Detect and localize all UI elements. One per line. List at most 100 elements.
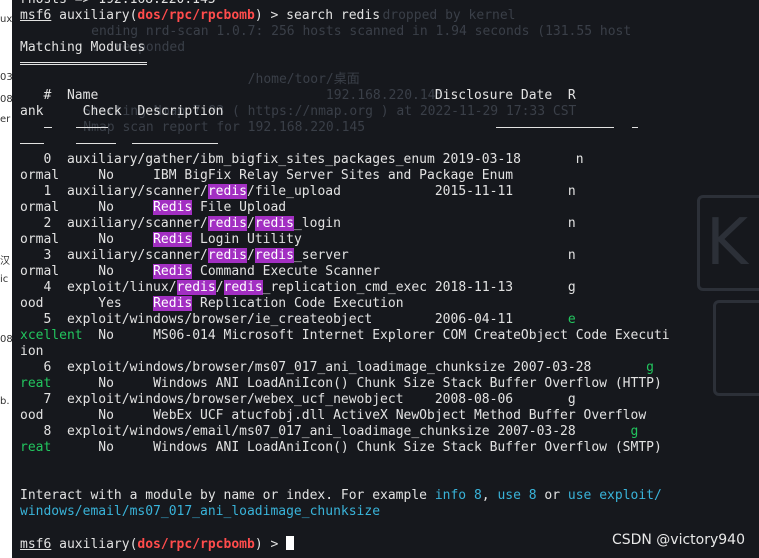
table-row[interactable]: 4 exploit/linux/redis/redis_replication_… bbox=[20, 280, 670, 296]
table-row[interactable]: 2 auxiliary/scanner/redis/redis_login n bbox=[20, 216, 670, 232]
table-row[interactable]: 7 exploit/windows/browser/webex_ucf_newo… bbox=[20, 392, 670, 408]
description: WebEx UCF atucfobj.dll ActiveX NewObject… bbox=[153, 408, 647, 423]
row-index: 7 bbox=[20, 392, 67, 407]
disclosure-date: 2007-03-28 bbox=[497, 424, 631, 439]
table-header: # Name Disclosure Date R bbox=[20, 88, 576, 103]
terminal-output: rhosts => 192.168.220.145 msf6 auxiliary… bbox=[20, 0, 670, 552]
module-path: _replication_cmd_exec bbox=[262, 280, 428, 295]
check: No bbox=[59, 168, 154, 183]
module-path: _server bbox=[293, 248, 349, 263]
description: Windows ANI LoadAniIcon() Chunk Size Sta… bbox=[153, 376, 662, 391]
table-row-cont: ood Yes Redis Replication Code Execution bbox=[20, 296, 670, 312]
search-highlight: redis bbox=[176, 280, 216, 295]
interact-hint: Interact with a module by name or index.… bbox=[20, 488, 662, 503]
rank-letter: g bbox=[567, 280, 576, 295]
check: No bbox=[59, 200, 154, 215]
prompt-user: msf6 bbox=[20, 8, 52, 23]
csdn-watermark: CSDN @victory940 bbox=[611, 532, 745, 548]
header-rule bbox=[20, 120, 670, 136]
table-row[interactable]: 3 auxiliary/scanner/redis/redis_server n bbox=[20, 248, 670, 264]
interact-hint-cont: windows/email/ms07_017_ani_loadimage_chu… bbox=[20, 504, 670, 520]
background-logo-icon: K bbox=[697, 195, 759, 291]
rank: ormal bbox=[20, 232, 60, 247]
row-index: 0 bbox=[20, 152, 67, 167]
table-row-cont: ormal No Redis Command Execute Scanner bbox=[20, 264, 670, 280]
left-strip-text: 汉 bbox=[0, 256, 10, 267]
search-highlight: redis bbox=[207, 248, 247, 263]
row-index: 5 bbox=[20, 312, 67, 327]
module-path: / bbox=[247, 248, 255, 263]
module-path: exploit/windows/email/ms07_017_ani_loadi… bbox=[66, 424, 490, 439]
module-path: auxiliary/scanner/ bbox=[66, 216, 208, 231]
prompt-module: dos/rpc/rpcbomb bbox=[137, 537, 255, 552]
row-index: 8 bbox=[20, 424, 67, 439]
description: File Upload bbox=[192, 200, 287, 215]
table-row[interactable]: 5 exploit/windows/browser/ie_createobjec… bbox=[20, 312, 670, 328]
terminal-window[interactable]: dropped by kernel ending nrd-scan 1.0.7:… bbox=[12, 0, 759, 558]
disclosure-date: 2007-03-28 bbox=[513, 360, 647, 375]
rank-letter: e bbox=[567, 312, 576, 327]
search-highlight: redis bbox=[207, 184, 247, 199]
title-rule bbox=[20, 56, 670, 72]
table-row[interactable]: 1 auxiliary/scanner/redis/file_upload 20… bbox=[20, 184, 670, 200]
description-wrap: ion bbox=[20, 344, 44, 359]
command-prompt[interactable]: msf6 auxiliary(dos/rpc/rpcbomb) > bbox=[20, 536, 670, 552]
check: No bbox=[59, 264, 154, 279]
rank: ormal bbox=[20, 168, 60, 183]
table-row[interactable]: 0 auxiliary/gather/ibm_bigfix_sites_pack… bbox=[20, 152, 670, 168]
search-highlight: redis bbox=[254, 216, 294, 231]
table-row[interactable]: 8 exploit/windows/email/ms07_017_ani_loa… bbox=[20, 424, 670, 440]
search-highlight: Redis bbox=[153, 264, 193, 279]
matching-title: Matching Modules bbox=[20, 40, 146, 55]
info-link[interactable]: info 8 bbox=[435, 488, 482, 503]
search-highlight: redis bbox=[207, 216, 247, 231]
module-path: auxiliary/gather/ibm_bigfix_sites_packag… bbox=[66, 152, 435, 167]
check: No bbox=[51, 440, 154, 455]
description: Replication Code Execution bbox=[192, 296, 404, 311]
rank: ormal bbox=[20, 200, 60, 215]
module-path: auxiliary/scanner/ bbox=[66, 248, 208, 263]
use-module-link[interactable]: windows/email/ms07_017_ani_loadimage_chu… bbox=[20, 504, 380, 519]
table-row-cont: reat No Windows ANI LoadAniIcon() Chunk … bbox=[20, 440, 670, 456]
search-highlight: redis bbox=[223, 280, 263, 295]
check: No bbox=[59, 232, 154, 247]
disclosure-date bbox=[435, 216, 568, 231]
disclosure-date: 2019-03-18 bbox=[442, 152, 576, 167]
check: No bbox=[43, 408, 154, 423]
table-row-cont: reat No Windows ANI LoadAniIcon() Chunk … bbox=[20, 376, 670, 392]
search-highlight: Redis bbox=[153, 232, 193, 247]
module-path: / bbox=[247, 216, 255, 231]
rank: ood bbox=[20, 408, 44, 423]
results-table: 0 auxiliary/gather/ibm_bigfix_sites_pack… bbox=[20, 152, 670, 456]
search-highlight: redis bbox=[254, 248, 294, 263]
table-row-cont: ormal No Redis File Upload bbox=[20, 200, 670, 216]
table-row-cont: ood No WebEx UCF atucfobj.dll ActiveX Ne… bbox=[20, 408, 670, 424]
rank-letter: n bbox=[575, 152, 584, 167]
description: Command Execute Scanner bbox=[192, 264, 381, 279]
module-path: exploit/windows/browser/webex_ucf_newobj… bbox=[66, 392, 404, 407]
left-strip-text: 03 bbox=[0, 72, 12, 83]
left-window-strip: ux 03 08 er 汉 ic 08 b. bbox=[0, 0, 12, 558]
use-module-link[interactable]: use exploit/ bbox=[568, 488, 662, 503]
table-row[interactable]: 6 exploit/windows/browser/ms07_017_ani_l… bbox=[20, 360, 670, 376]
description: Login Utility bbox=[192, 232, 302, 247]
disclosure-date: 2008-08-06 bbox=[434, 392, 568, 407]
use-index-link[interactable]: use 8 bbox=[497, 488, 536, 503]
row-index: 2 bbox=[20, 216, 67, 231]
table-row-cont: ormal No IBM BigFix Relay Server Sites a… bbox=[20, 168, 670, 184]
rank: xcellent bbox=[20, 328, 83, 343]
rank: ood bbox=[20, 296, 44, 311]
search-highlight: Redis bbox=[153, 200, 193, 215]
prompt-user: msf6 bbox=[20, 537, 52, 552]
left-strip-text: 08 bbox=[0, 94, 12, 105]
description: MS06-014 Microsoft Internet Explorer COM… bbox=[153, 328, 670, 343]
module-path: auxiliary/scanner/ bbox=[66, 184, 208, 199]
row-index: 1 bbox=[20, 184, 67, 199]
check: No bbox=[82, 328, 154, 343]
module-path: exploit/linux/ bbox=[66, 280, 177, 295]
left-strip-text: er bbox=[0, 114, 11, 125]
table-header: ank Check Description bbox=[20, 104, 224, 119]
rank-letter: g bbox=[646, 360, 654, 375]
module-path: exploit/windows/browser/ms07_017_ani_loa… bbox=[66, 360, 506, 375]
